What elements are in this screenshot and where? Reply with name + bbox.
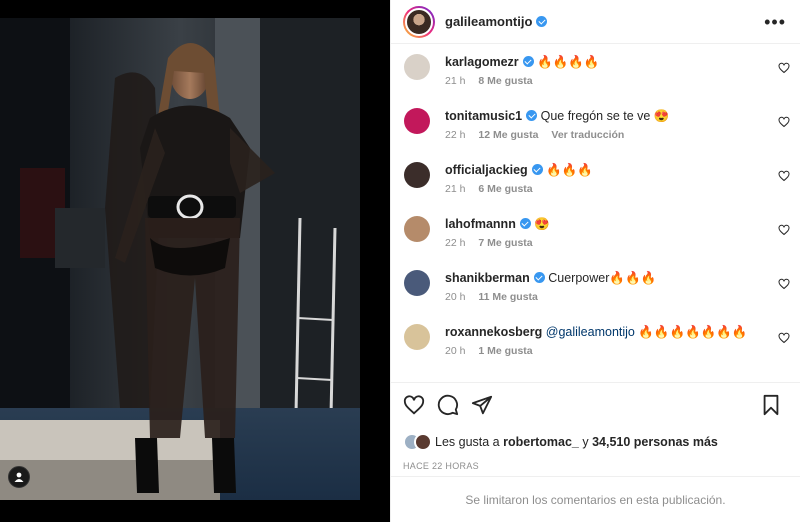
like-comment-heart-icon[interactable] [778,62,790,74]
comment-text: 😍 [534,217,550,231]
comment-meta: 22 h 7 Me gusta [445,237,550,249]
share-send-icon[interactable] [471,394,493,416]
action-icons-row [403,393,788,417]
commenter-username[interactable]: officialjackieg [445,163,528,177]
comment-time: 21 h [445,183,466,195]
comment-body: shanikberman Cuerpower🔥🔥🔥 20 h 11 Me gus… [445,268,656,322]
post-actions: Les gusta a robertomac_ y 34,510 persona… [391,382,800,471]
comment-text-line: karlagomezr 🔥🔥🔥🔥 [445,54,599,70]
likes-prefix: Les gusta a [435,435,500,449]
more-horizontal-icon: ••• [764,11,786,32]
comment-time: 22 h [445,129,466,141]
comment-item: karlagomezr 🔥🔥🔥🔥 21 h 8 Me gusta [391,52,800,106]
comment-body: tonitamusic1 Que fregón se te ve 😍 22 h … [445,106,669,160]
comment-text-line: roxannekosberg @galileamontijo 🔥🔥🔥🔥🔥🔥🔥 [445,324,747,340]
comment-bubble-icon[interactable] [437,394,459,416]
verified-badge-icon [526,110,538,121]
commenter-username[interactable]: karlagomezr [445,55,519,69]
comment-item: tonitamusic1 Que fregón se te ve 😍 22 h … [391,106,800,160]
comment-likes[interactable]: 11 Me gusta [478,291,538,303]
mention-link[interactable]: @galileamontijo [546,325,635,339]
like-comment-heart-icon[interactable] [778,332,790,344]
like-comment-heart-icon[interactable] [778,278,790,290]
post-photo[interactable] [0,0,390,522]
comment-item: officialjackieg 🔥🔥🔥 21 h 6 Me gusta [391,160,800,214]
comment-meta: 21 h 6 Me gusta [445,183,593,195]
commenter-avatar[interactable] [404,108,430,134]
likes-count[interactable]: 34,510 personas más [592,435,718,449]
comment-body: lahofmannn 😍 22 h 7 Me gusta [445,214,550,268]
comment-likes[interactable]: 7 Me gusta [478,237,532,249]
commenter-username[interactable]: lahofmannn [445,217,516,231]
verified-badge-icon [519,218,531,229]
post-sidebar: galileamontijo ••• karlagomezr 🔥🔥🔥🔥 21 h… [390,0,800,522]
liker-username[interactable]: robertomac_ [503,435,579,449]
comment-text: 🔥🔥🔥🔥🔥🔥🔥 [638,325,748,339]
comment-likes[interactable]: 8 Me gusta [478,75,532,87]
post-header: galileamontijo ••• [391,0,800,44]
comment-body: roxannekosberg @galileamontijo 🔥🔥🔥🔥🔥🔥🔥 2… [445,322,747,376]
comment-likes[interactable]: 1 Me gusta [478,345,532,357]
comment-meta: 22 h 12 Me gusta Ver traducción [445,129,669,141]
comments-limited-notice: Se limitaron los comentarios en esta pub… [391,476,800,522]
comment-text: 🔥🔥🔥 [546,163,593,177]
post-timestamp[interactable]: HACE 22 HORAS [403,461,788,471]
like-comment-heart-icon[interactable] [778,116,790,128]
comment-text: Cuerpower🔥🔥🔥 [548,271,657,285]
verified-badge-icon [533,272,545,283]
see-translation-link[interactable]: Ver traducción [551,129,624,141]
commenter-avatar[interactable] [404,324,430,350]
bookmark-save-icon[interactable] [760,394,782,416]
user-icon [14,472,24,482]
post-image [0,18,360,500]
comment-time: 22 h [445,237,466,249]
verified-badge-icon [531,164,543,175]
comment-text-line: officialjackieg 🔥🔥🔥 [445,162,593,178]
comment-text: 🔥🔥🔥🔥 [537,55,600,69]
tagged-users-button[interactable] [8,466,30,488]
like-comment-heart-icon[interactable] [778,170,790,182]
comment-time: 20 h [445,345,466,357]
commenter-username[interactable]: roxannekosberg [445,325,542,339]
comment-body: karlagomezr 🔥🔥🔥🔥 21 h 8 Me gusta [445,52,599,106]
commenter-username[interactable]: shanikberman [445,271,530,285]
verified-badge-icon [522,56,534,67]
verified-badge-icon [536,16,548,27]
like-heart-icon[interactable] [403,394,425,416]
comments-list: karlagomezr 🔥🔥🔥🔥 21 h 8 Me gusta tonitam… [391,44,800,379]
like-comment-heart-icon[interactable] [778,224,790,236]
comment-likes[interactable]: 6 Me gusta [478,183,532,195]
commenter-avatar[interactable] [404,216,430,242]
comment-body: officialjackieg 🔥🔥🔥 21 h 6 Me gusta [445,160,593,214]
liker-avatar [414,433,432,451]
more-options-button[interactable]: ••• [764,13,786,31]
author-avatar[interactable] [403,5,435,38]
commenter-avatar[interactable] [404,54,430,80]
comment-item: roxannekosberg @galileamontijo 🔥🔥🔥🔥🔥🔥🔥 2… [391,322,800,376]
comment-meta: 21 h 8 Me gusta [445,75,599,87]
likes-text: Les gusta a robertomac_ y 34,510 persona… [435,435,718,449]
comment-text: Que fregón se te ve 😍 [540,109,670,123]
comment-text-line: shanikberman Cuerpower🔥🔥🔥 [445,270,656,286]
likes-connector: y [582,435,589,449]
liker-avatars [403,433,433,451]
author-username-text[interactable]: galileamontijo [445,14,532,29]
author-username[interactable]: galileamontijo [445,14,548,29]
comment-time: 21 h [445,75,466,87]
likes-summary: Les gusta a robertomac_ y 34,510 persona… [403,433,788,451]
comment-likes[interactable]: 12 Me gusta [478,129,538,141]
comment-item: lahofmannn 😍 22 h 7 Me gusta [391,214,800,268]
comment-text-line: tonitamusic1 Que fregón se te ve 😍 [445,108,669,124]
comment-meta: 20 h 1 Me gusta [445,345,747,357]
commenter-avatar[interactable] [404,270,430,296]
comment-meta: 20 h 11 Me gusta [445,291,656,303]
comment-text-line: lahofmannn 😍 [445,216,550,232]
comment-time: 20 h [445,291,466,303]
commenter-username[interactable]: tonitamusic1 [445,109,522,123]
post-viewer: galileamontijo ••• karlagomezr 🔥🔥🔥🔥 21 h… [0,0,800,522]
comment-item: shanikberman Cuerpower🔥🔥🔥 20 h 11 Me gus… [391,268,800,322]
commenter-avatar[interactable] [404,162,430,188]
